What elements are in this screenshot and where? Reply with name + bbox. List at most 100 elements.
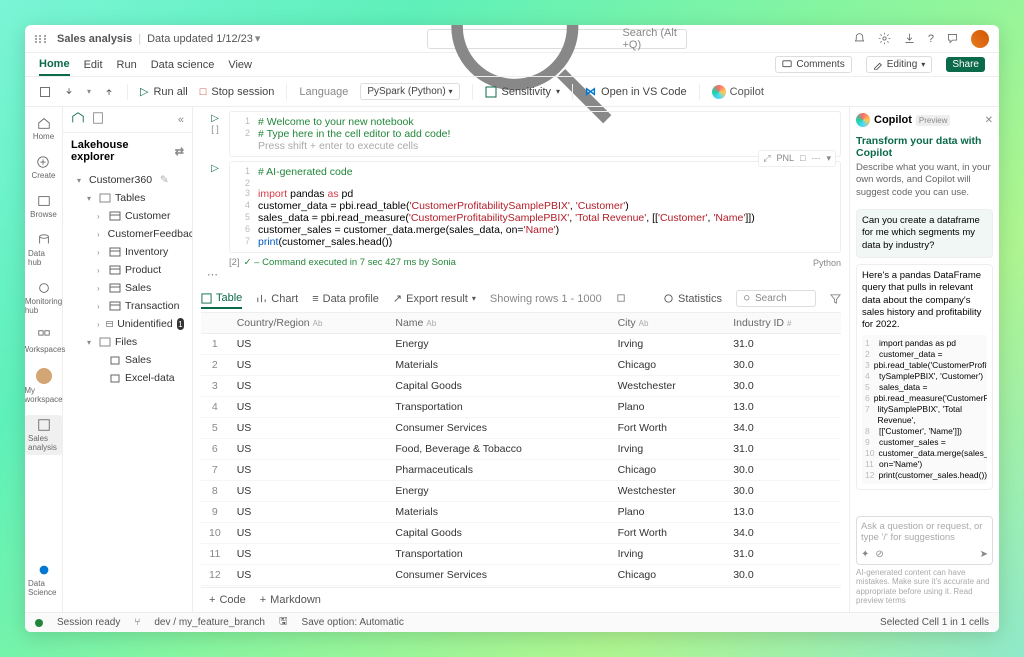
column-header[interactable]: CityAb: [610, 313, 726, 334]
code-cell[interactable]: ▷[ ] 1# Welcome to your new notebook 2# …: [201, 111, 841, 157]
copy-icon[interactable]: [616, 293, 627, 304]
sidebar-title: Lakehouse explorer: [71, 139, 175, 163]
feedback-icon[interactable]: [946, 32, 959, 45]
table-row[interactable]: 2USMaterialsChicago30.0: [201, 355, 841, 376]
result-tab-chart[interactable]: Chart: [256, 290, 298, 308]
tree-tables[interactable]: ▾Tables: [63, 189, 192, 207]
table-row[interactable]: 7USPharmaceuticalsChicago30.0: [201, 460, 841, 481]
language-select[interactable]: PySpark (Python) ▾: [360, 83, 459, 100]
attach-icon[interactable]: ⊘: [875, 549, 883, 560]
tree-table-item[interactable]: ›Transaction: [63, 297, 192, 315]
help-icon[interactable]: ?: [928, 33, 934, 45]
file-tab-icon[interactable]: [91, 111, 105, 128]
titlebar: Sales analysis | Data updated 1/12/23 ▾ …: [25, 25, 999, 53]
tree-table-item[interactable]: ›Unidentified1: [63, 315, 192, 333]
tree-file-item[interactable]: Sales: [63, 351, 192, 369]
add-markdown-button[interactable]: + Markdown: [260, 594, 321, 606]
table-row[interactable]: 11USTransportationIrving31.0: [201, 544, 841, 565]
copilot-assistant-msg: Here's a pandas DataFrame query that pul…: [856, 264, 993, 490]
table-row[interactable]: 12USConsumer ServicesChicago30.0: [201, 565, 841, 586]
sparkle-icon[interactable]: ✦: [861, 549, 869, 560]
table-row[interactable]: 3USCapital GoodsWestchester30.0: [201, 376, 841, 397]
table-row[interactable]: 8USEnergyWestchester30.0: [201, 481, 841, 502]
search-input[interactable]: Search (Alt +Q): [427, 29, 687, 49]
rail-create[interactable]: Create: [28, 152, 58, 183]
add-code-button[interactable]: + Code: [209, 594, 246, 606]
tree-root[interactable]: ▾Customer360✎: [63, 171, 192, 189]
column-header[interactable]: NameAb: [387, 313, 609, 334]
rail-monitoring[interactable]: Monitoring hub: [25, 278, 65, 318]
comments-button[interactable]: Comments: [775, 56, 851, 73]
download-icon[interactable]: [903, 32, 916, 45]
table-row[interactable]: 1USEnergyIrving31.0: [201, 334, 841, 355]
tree-file-item[interactable]: Excel-data: [63, 369, 192, 387]
cell-toolbar[interactable]: ⤢PNL□⋯▾: [758, 150, 836, 167]
copilot-intro-desc: Describe what you want, in your own word…: [856, 162, 993, 199]
branch-icon: ⑂: [134, 617, 140, 628]
result-tab-table[interactable]: Table: [201, 289, 242, 309]
result-tab-profile[interactable]: ≡Data profile: [312, 290, 379, 308]
save-icon[interactable]: [39, 86, 51, 98]
statistics-button[interactable]: Statistics: [663, 290, 722, 308]
download-icon[interactable]: [63, 86, 75, 98]
table-row[interactable]: 10USCapital GoodsFort Worth34.0: [201, 523, 841, 544]
send-icon[interactable]: ➤: [980, 549, 988, 560]
code-cell[interactable]: ▷ ⤢PNL□⋯▾ 1# AI-generated code 2 3import…: [201, 161, 841, 253]
tab-view[interactable]: View: [228, 55, 252, 75]
tab-home[interactable]: Home: [39, 54, 70, 76]
rail-workspaces[interactable]: Workspaces: [25, 326, 68, 357]
filter-icon[interactable]: [830, 293, 841, 304]
rail-home[interactable]: Home: [30, 113, 57, 144]
table-row[interactable]: 9USMaterialsPlano13.0: [201, 502, 841, 523]
editing-button[interactable]: Editing▾: [866, 56, 933, 73]
sync-icon[interactable]: ⇄: [175, 145, 184, 158]
tab-datascience[interactable]: Data science: [151, 55, 215, 75]
rail-datahub[interactable]: Data hub: [25, 230, 62, 270]
nav-rail: Home Create Browse Data hub Monitoring h…: [25, 107, 63, 612]
session-status: Session ready: [57, 617, 120, 628]
upload-icon[interactable]: [103, 86, 115, 98]
ribbon-tabs: Home Edit Run Data science View Comments…: [25, 53, 999, 77]
rail-browse[interactable]: Browse: [27, 191, 60, 222]
column-header[interactable]: Country/RegionAb: [229, 313, 388, 334]
copilot-input[interactable]: Ask a question or request, or type '/' f…: [856, 516, 993, 565]
run-cell-icon[interactable]: ▷: [211, 163, 219, 174]
doc-title: Sales analysis: [57, 33, 132, 45]
copilot-button[interactable]: Copilot: [712, 85, 764, 99]
rail-myworkspace[interactable]: My workspace: [25, 365, 66, 407]
sensitivity-button[interactable]: Sensitivity▾: [485, 86, 561, 98]
run-cell-icon[interactable]: ▷: [211, 113, 219, 124]
run-all-button[interactable]: ▷Run all: [140, 85, 188, 98]
tree-table-item[interactable]: ›Product: [63, 261, 192, 279]
table-row[interactable]: 4USTransportationPlano13.0: [201, 397, 841, 418]
copilot-user-msg: Can you create a dataframe for me which …: [856, 209, 993, 258]
stop-button[interactable]: □Stop session: [200, 86, 275, 98]
share-button[interactable]: Share: [946, 57, 985, 72]
copilot-disclaimer: AI-generated content can have mistakes. …: [856, 568, 993, 606]
tree-table-item[interactable]: ›Sales: [63, 279, 192, 297]
copilot-icon: [856, 113, 870, 127]
tree-files[interactable]: ▾Files: [63, 333, 192, 351]
gear-icon[interactable]: [878, 32, 891, 45]
close-icon[interactable]: ✕: [985, 115, 993, 126]
rail-salesanalysis[interactable]: Sales analysis: [25, 415, 62, 455]
column-header[interactable]: Industry ID#: [725, 313, 841, 334]
table-row[interactable]: 5USConsumer ServicesFort Worth34.0: [201, 418, 841, 439]
tree-table-item[interactable]: ›Customer: [63, 207, 192, 225]
doc-date: Data updated 1/12/23: [147, 33, 253, 45]
vscode-button[interactable]: ⋈Open in VS Code: [585, 85, 687, 98]
tab-run[interactable]: Run: [117, 55, 137, 75]
tree-table-item[interactable]: ›Inventory: [63, 243, 192, 261]
rail-datascience[interactable]: Data Science: [25, 560, 62, 600]
copilot-icon: [712, 85, 726, 99]
lakehouse-tab-icon[interactable]: [71, 111, 85, 128]
export-button[interactable]: ↗Export result▾: [393, 289, 476, 308]
tab-edit[interactable]: Edit: [84, 55, 103, 75]
result-search[interactable]: Search: [736, 290, 816, 307]
tree-table-item[interactable]: ›CustomerFeedback...: [63, 225, 192, 243]
user-avatar[interactable]: [971, 30, 989, 48]
collapse-icon[interactable]: «: [178, 114, 184, 126]
app-menu-icon[interactable]: [35, 35, 47, 43]
table-row[interactable]: 6USFood, Beverage & TobaccoIrving31.0: [201, 439, 841, 460]
bell-icon[interactable]: [853, 32, 866, 45]
